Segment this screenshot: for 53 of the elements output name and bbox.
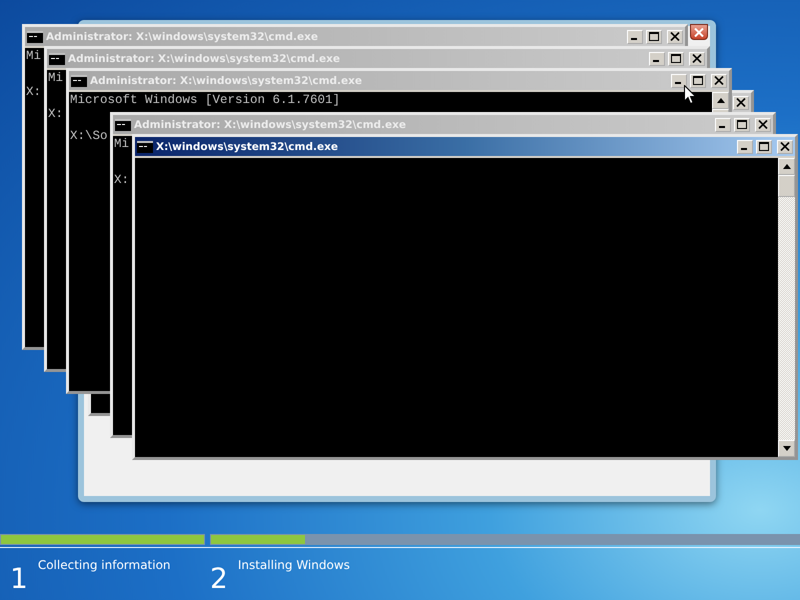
maximize-button[interactable]	[646, 30, 662, 44]
maximize-icon	[737, 120, 747, 129]
console-line: Mi	[48, 72, 64, 84]
console-app-icon	[115, 118, 131, 130]
scroll-thumb[interactable]	[778, 175, 795, 197]
step-number: 2	[210, 564, 228, 594]
console-app-icon	[49, 52, 65, 64]
console-app-icon	[27, 30, 43, 42]
window-title: Administrator: X:\windows\system32\cmd.exe	[90, 74, 364, 86]
console-line: Mi	[114, 138, 130, 150]
up-arrow-icon	[716, 98, 724, 103]
maximize-icon	[759, 142, 769, 151]
down-arrow-icon	[782, 446, 790, 451]
window-title: Administrator: X:\windows\system32\cmd.exe	[134, 118, 408, 130]
close-icon	[714, 76, 724, 85]
scrollbar[interactable]	[778, 158, 795, 457]
minimize-button[interactable]	[671, 74, 687, 88]
maximize-button[interactable]	[668, 52, 684, 66]
step-label: Installing Windows	[238, 558, 350, 572]
console-prompt: X:	[48, 108, 64, 120]
close-icon	[694, 28, 704, 36]
console-app-icon	[71, 74, 87, 86]
scroll-up-button[interactable]	[778, 158, 795, 175]
maximize-button[interactable]	[756, 140, 772, 154]
scroll-up-button[interactable]	[712, 92, 729, 109]
window-title: X:\windows\system32\cmd.exe	[156, 140, 339, 152]
window-title: Administrator: X:\windows\system32\cmd.exe	[68, 52, 342, 64]
minimize-button[interactable]	[649, 52, 665, 66]
maximize-button[interactable]	[690, 74, 706, 88]
maximize-icon	[649, 32, 659, 41]
up-arrow-icon	[782, 164, 790, 169]
minimize-button[interactable]	[737, 140, 753, 154]
maximize-icon	[671, 54, 681, 63]
console-line: Microsoft Windows [Version 6.1.7601]	[70, 94, 340, 106]
close-icon	[692, 54, 702, 63]
window-title: Administrator: X:\windows\system32\cmd.exe	[46, 30, 320, 42]
minimize-button[interactable]	[627, 30, 643, 44]
close-icon	[736, 98, 746, 107]
step-number: 1	[10, 564, 28, 594]
close-button[interactable]	[690, 24, 708, 40]
close-icon	[758, 120, 768, 129]
step-label: Collecting information	[38, 558, 171, 572]
console-prompt: X:	[26, 86, 42, 98]
minimize-button[interactable]	[715, 118, 731, 132]
close-icon	[780, 142, 790, 151]
console-prompt: X:	[114, 174, 130, 186]
console-prompt: X:\So	[70, 130, 108, 142]
close-icon	[670, 32, 680, 41]
scroll-down-button[interactable]	[778, 440, 795, 457]
maximize-icon	[693, 76, 703, 85]
console-line: Mi	[26, 50, 42, 62]
maximize-button[interactable]	[734, 118, 750, 132]
console-app-icon	[137, 140, 153, 152]
